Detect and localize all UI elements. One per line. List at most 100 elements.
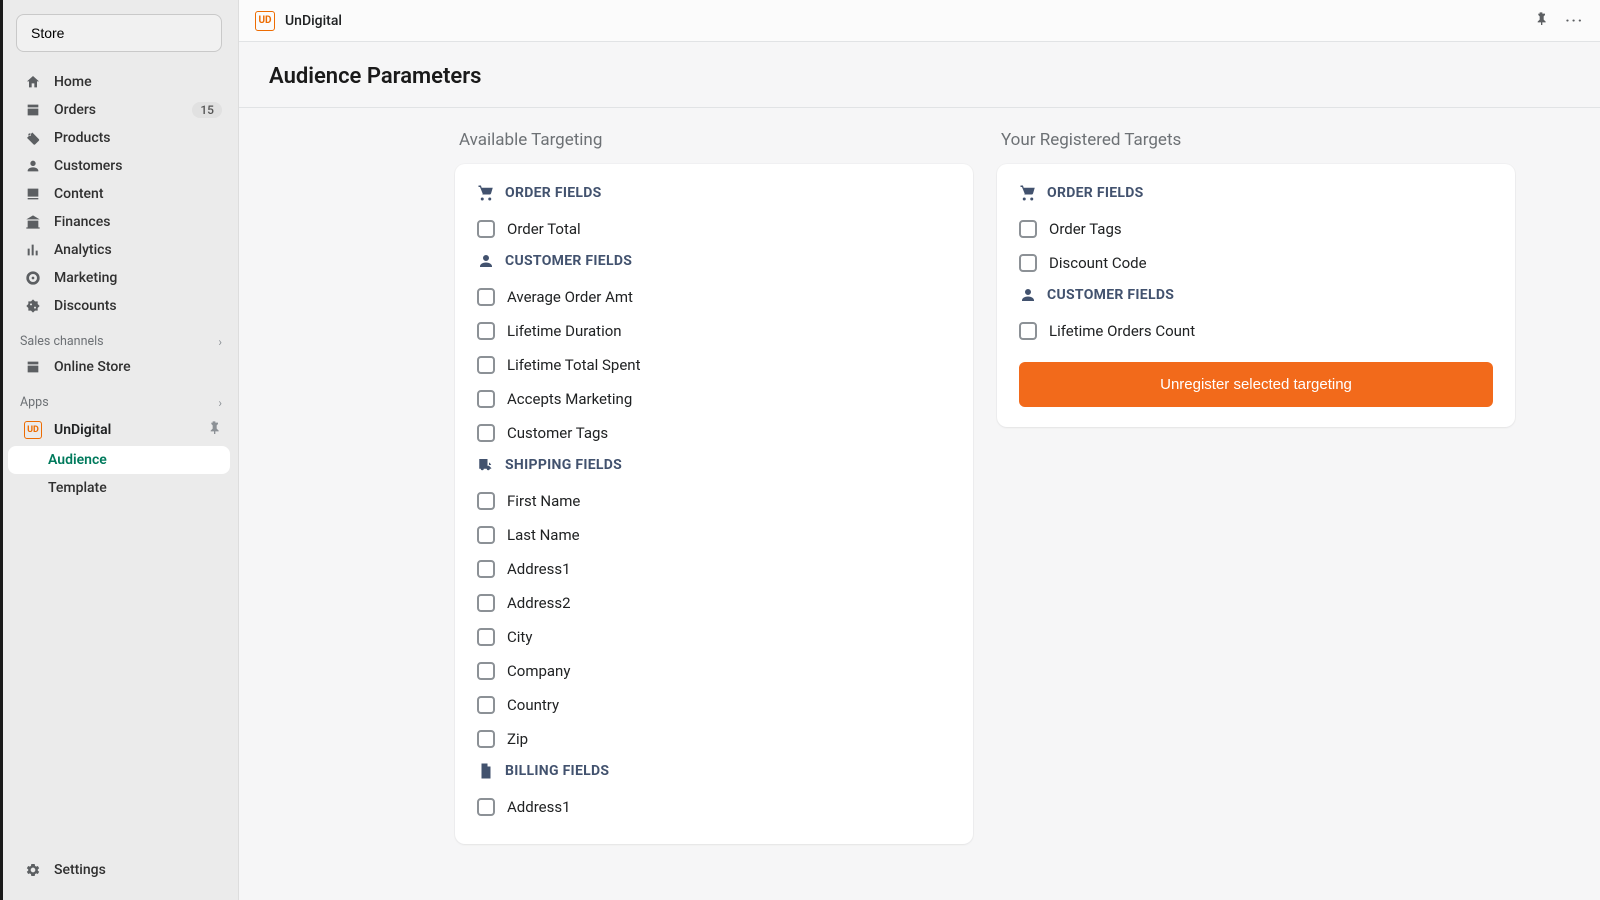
group-label: BILLING FIELDS — [505, 763, 609, 779]
more-menu-icon[interactable]: ··· — [1565, 13, 1584, 29]
targeting-field-row: Discount Code — [1019, 246, 1493, 280]
checkbox[interactable] — [477, 628, 495, 646]
gear-icon — [24, 862, 42, 878]
checkbox[interactable] — [477, 696, 495, 714]
checkbox[interactable] — [477, 390, 495, 408]
registered-column-title: Your Registered Targets — [997, 118, 1515, 164]
targeting-field-row: City — [477, 620, 951, 654]
field-label: Lifetime Orders Count — [1049, 322, 1195, 340]
field-label: Address2 — [507, 594, 571, 612]
topbar-app-title: UnDigital — [285, 13, 342, 29]
field-label: Address1 — [507, 798, 571, 816]
targeting-field-row: First Name — [477, 484, 951, 518]
nav-products[interactable]: Products — [0, 124, 238, 152]
checkbox[interactable] — [477, 492, 495, 510]
apps-header[interactable]: Apps › — [0, 381, 238, 414]
content-area: Available Targeting ORDER FIELDSOrder To… — [239, 108, 1600, 900]
cart-icon — [477, 184, 495, 202]
home-icon — [24, 74, 42, 90]
unregister-button[interactable]: Unregister selected targeting — [1019, 362, 1493, 407]
sidebar-app-undigital[interactable]: UD UnDigital — [0, 414, 238, 446]
app-label: UnDigital — [54, 422, 111, 438]
person-icon — [1019, 286, 1037, 304]
available-card: ORDER FIELDS Order Total CUSTOMER FIELDS Av… — [455, 164, 973, 844]
targeting-field-row: Country — [477, 688, 951, 722]
nav-label: Analytics — [54, 242, 112, 258]
products-icon — [24, 130, 42, 146]
field-group-header: ORDER FIELDS — [477, 184, 951, 202]
nav-home[interactable]: Home — [0, 68, 238, 96]
checkbox[interactable] — [477, 662, 495, 680]
field-label: Order Total — [507, 220, 581, 238]
checkbox[interactable] — [1019, 254, 1037, 272]
nav-label: Home — [54, 74, 92, 90]
nav-label: Orders — [54, 102, 96, 118]
sidebar-footer: Settings — [0, 856, 238, 900]
page-header: Audience Parameters — [239, 42, 1600, 108]
field-label: Address1 — [507, 560, 571, 578]
primary-nav: Home Orders 15 Products Customers Conten… — [0, 68, 238, 320]
registered-card: ORDER FIELDSOrder TagsDiscount CodeCUSTO… — [997, 164, 1515, 427]
sales-channels-header[interactable]: Sales channels › — [0, 320, 238, 353]
app-root: Store Home Orders 15 Products Customers — [0, 0, 1600, 900]
field-label: First Name — [507, 492, 580, 510]
targeting-field-row: Lifetime Duration — [477, 314, 951, 348]
nav-label: Finances — [54, 214, 110, 230]
nav-customers[interactable]: Customers — [0, 152, 238, 180]
checkbox[interactable] — [477, 730, 495, 748]
person-icon — [477, 252, 495, 270]
nav-discounts[interactable]: Discounts — [0, 292, 238, 320]
nav-settings[interactable]: Settings — [0, 856, 238, 884]
nav-label: Online Store — [54, 359, 131, 375]
field-label: Company — [507, 662, 570, 680]
targeting-field-row: Average Order Amt — [477, 280, 951, 314]
targeting-field-row: Last Name — [477, 518, 951, 552]
checkbox[interactable] — [477, 594, 495, 612]
field-group-header: ORDER FIELDS — [1019, 184, 1493, 202]
field-group-header: CUSTOMER FIELDS — [477, 252, 951, 270]
group-label: SHIPPING FIELDS — [505, 457, 622, 473]
nav-finances[interactable]: Finances — [0, 208, 238, 236]
targeting-columns: Available Targeting ORDER FIELDSOrder To… — [455, 118, 1515, 844]
sidebar-sub-audience[interactable]: Audience — [8, 446, 230, 474]
orders-icon — [24, 102, 42, 118]
sidebar: Store Home Orders 15 Products Customers — [0, 0, 239, 900]
field-label: Country — [507, 696, 559, 714]
topbar-actions: ··· — [1533, 11, 1584, 31]
nav-label: Settings — [54, 862, 106, 878]
nav-label: Content — [54, 186, 104, 202]
field-group-header: SHIPPING FIELDS — [477, 456, 951, 474]
nav-online-store[interactable]: Online Store — [0, 353, 238, 381]
targeting-field-row: Accepts Marketing — [477, 382, 951, 416]
field-group-header: CUSTOMER FIELDS — [1019, 286, 1493, 304]
pin-app-icon[interactable] — [1533, 11, 1549, 31]
checkbox[interactable] — [477, 288, 495, 306]
undigital-app-icon: UD — [24, 421, 42, 439]
store-selector-button[interactable]: Store — [16, 14, 222, 52]
checkbox[interactable] — [477, 798, 495, 816]
checkbox[interactable] — [477, 220, 495, 238]
pin-icon[interactable] — [206, 420, 222, 440]
chevron-right-icon: › — [218, 335, 222, 349]
checkbox[interactable] — [477, 322, 495, 340]
nav-orders[interactable]: Orders 15 — [0, 96, 238, 124]
checkbox[interactable] — [1019, 220, 1037, 238]
checkbox[interactable] — [477, 526, 495, 544]
customers-icon — [24, 158, 42, 174]
registered-column: Your Registered Targets ORDER FIELDSOrde… — [997, 118, 1515, 844]
nav-marketing[interactable]: Marketing — [0, 264, 238, 292]
nav-content[interactable]: Content — [0, 180, 238, 208]
checkbox[interactable] — [477, 424, 495, 442]
nav-label: Marketing — [54, 270, 117, 286]
targeting-field-row: Order Total — [477, 212, 951, 246]
section-label-text: Sales channels — [20, 334, 104, 349]
field-label: Accepts Marketing — [507, 390, 632, 408]
chevron-right-icon: › — [218, 396, 222, 410]
sidebar-sub-template[interactable]: Template — [0, 474, 238, 502]
main: UD UnDigital ··· Audience Parameters Ava… — [239, 0, 1600, 900]
checkbox[interactable] — [1019, 322, 1037, 340]
targeting-field-row: Address1 — [477, 552, 951, 586]
checkbox[interactable] — [477, 560, 495, 578]
nav-analytics[interactable]: Analytics — [0, 236, 238, 264]
checkbox[interactable] — [477, 356, 495, 374]
